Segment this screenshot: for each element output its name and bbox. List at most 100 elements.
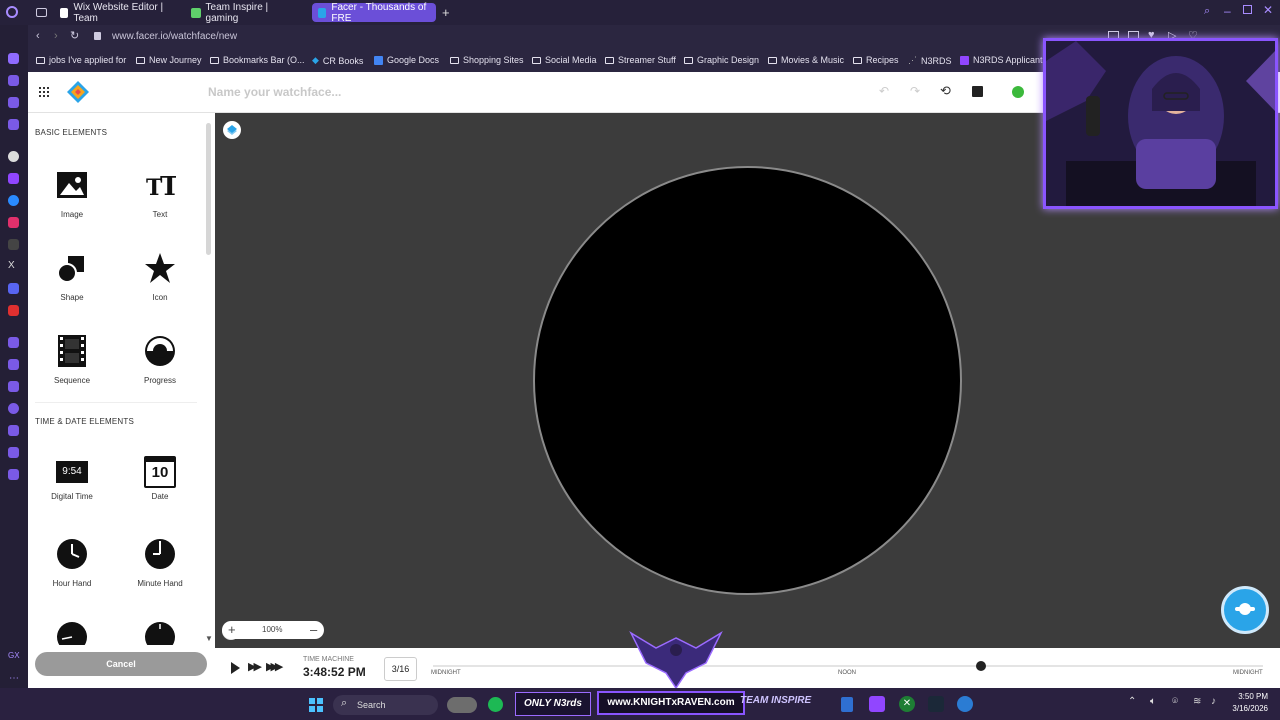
timeline-handle[interactable] — [975, 661, 986, 671]
url-field[interactable]: www.facer.io/watchface/new — [112, 31, 237, 42]
bookmark-item[interactable]: New Journey — [136, 55, 202, 65]
cancel-button[interactable]: Cancel — [35, 652, 207, 676]
taskbar-widget-icon[interactable] — [447, 697, 477, 713]
bookmark-item[interactable]: Recipes — [853, 55, 899, 65]
hour-hand-element-button[interactable]: Hour Hand — [42, 538, 102, 588]
date-field[interactable]: 3/16 — [384, 657, 417, 681]
history-icon[interactable] — [8, 403, 19, 414]
zoom-in-button[interactable]: + — [228, 622, 236, 637]
facer-logo-icon[interactable] — [66, 80, 90, 104]
taskbar-search[interactable]: ⌕ Search — [333, 695, 438, 715]
second-hand-element-button[interactable] — [42, 621, 102, 645]
bookmark-item[interactable]: ◆ CR Books — [312, 55, 363, 66]
fast-forward-icon[interactable]: ▶▶ — [248, 660, 262, 673]
sidebar-app-icon[interactable] — [8, 53, 19, 64]
speaker-icon[interactable]: 🔈︎ — [1150, 696, 1156, 707]
save-icon[interactable] — [972, 86, 983, 97]
sidebar-app-icon[interactable] — [8, 359, 19, 370]
redo-icon[interactable]: ↷ — [910, 84, 920, 98]
browser-logo-icon[interactable] — [6, 6, 18, 18]
tool-label: Date — [151, 492, 169, 501]
windows-start-icon[interactable] — [309, 698, 323, 712]
tab-overview-icon[interactable] — [36, 8, 47, 17]
text-element-button[interactable]: TT Text — [130, 169, 190, 219]
maximize-icon[interactable] — [1243, 5, 1252, 14]
reload-icon[interactable]: ↻ — [70, 29, 79, 42]
twitch-app-icon[interactable] — [869, 696, 885, 712]
bookmark-item[interactable]: Bookmarks Bar (O... — [210, 55, 305, 65]
sidebar-app-icon[interactable] — [8, 75, 19, 86]
shape-element-button[interactable]: Shape — [42, 252, 102, 302]
help-chat-button[interactable] — [1221, 586, 1269, 634]
search-tabs-icon[interactable]: ⌕ — [1204, 5, 1210, 18]
bookmark-item[interactable]: jobs I've applied for — [36, 55, 126, 65]
panel-scrollbar[interactable] — [206, 123, 211, 255]
tab-team-inspire[interactable]: Team Inspire | gaming — [185, 2, 305, 24]
x-twitter-icon[interactable]: X — [8, 260, 15, 271]
date-element-button[interactable]: 10 Date — [130, 456, 190, 501]
icon-element-button[interactable]: Icon — [130, 252, 190, 302]
tab-facer[interactable]: Facer - Thousands of FRE — [312, 2, 436, 24]
bookmark-item[interactable]: Google Docs — [374, 55, 439, 65]
minute-hand-element-button[interactable]: Minute Hand — [130, 538, 190, 588]
tray-chevron-icon[interactable]: ⌃ — [1128, 696, 1136, 707]
sidebar-app-icon[interactable] — [8, 469, 19, 480]
clock-date[interactable]: 3/16/2026 — [1218, 704, 1268, 713]
undo-icon[interactable]: ↶ — [879, 84, 889, 98]
new-tab-icon[interactable]: + — [442, 5, 450, 20]
more-icon[interactable]: ⋯ — [9, 673, 19, 684]
downloads-icon[interactable] — [8, 425, 19, 436]
image-element-button[interactable]: Image — [42, 169, 102, 219]
discord-icon[interactable] — [8, 283, 19, 294]
bookmark-item[interactable]: Streamer Stuff — [605, 55, 676, 65]
tab-wix[interactable]: Wix Website Editor | Team — [54, 2, 178, 24]
forward-icon[interactable]: › — [54, 30, 58, 42]
notepad-icon[interactable] — [841, 697, 853, 712]
tiktok-icon[interactable] — [8, 239, 19, 250]
messenger-icon[interactable] — [8, 195, 19, 206]
timeline-track[interactable] — [433, 665, 1263, 667]
sequence-element-button[interactable]: Sequence — [42, 335, 102, 385]
youtube-icon[interactable] — [8, 305, 19, 316]
bookmark-item[interactable]: Graphic Design — [684, 55, 759, 65]
digital-time-element-button[interactable]: 9:54 Digital Time — [42, 456, 102, 501]
sidebar-app-icon[interactable] — [8, 119, 19, 130]
back-icon[interactable]: ‹ — [36, 30, 40, 42]
spotify-icon[interactable] — [488, 697, 503, 712]
layers-button[interactable] — [223, 121, 241, 139]
bookmark-item[interactable]: Movies & Music — [768, 55, 844, 65]
close-window-icon[interactable]: ✕ — [1263, 3, 1273, 17]
bookmark-item[interactable]: Shopping Sites — [450, 55, 524, 65]
gx-icon[interactable]: GX — [8, 651, 20, 660]
wifi-icon[interactable]: ≋ — [1193, 696, 1201, 707]
bookmark-item[interactable]: N3RDS Applicanti — [960, 55, 1045, 65]
volume-icon[interactable]: ♪ — [1211, 696, 1216, 707]
scroll-down-icon[interactable]: ▼ — [205, 634, 213, 643]
xbox-icon[interactable]: ✕ — [899, 696, 915, 712]
microphone-icon[interactable]: ⌾ — [1172, 696, 1178, 707]
minimize-icon[interactable]: – — [1224, 4, 1231, 18]
chatgpt-icon[interactable] — [8, 151, 19, 162]
edge-icon[interactable] — [957, 696, 973, 712]
sidebar-app-icon[interactable] — [8, 97, 19, 108]
sidebar-app-icon[interactable] — [8, 381, 19, 392]
watchface-preview[interactable] — [533, 166, 962, 595]
instagram-icon[interactable] — [8, 217, 19, 228]
dial-element-button[interactable] — [130, 621, 190, 645]
twitch-icon[interactable] — [8, 173, 19, 184]
lock-icon[interactable] — [94, 32, 101, 40]
bookmark-item[interactable]: ⋰ N3RDS — [908, 55, 952, 66]
bookmark-item[interactable]: Social Media — [532, 55, 597, 65]
bookmark-label: CR Books — [322, 55, 364, 66]
steam-icon[interactable] — [928, 696, 944, 712]
watchface-name-input[interactable]: Name your watchface... — [208, 85, 341, 99]
zoom-out-button[interactable]: – — [310, 622, 317, 637]
sidebar-app-icon[interactable] — [8, 337, 19, 348]
clock-time[interactable]: 3:50 PM — [1228, 692, 1268, 701]
progress-element-button[interactable]: Progress — [130, 335, 190, 385]
faster-forward-icon[interactable]: ▶▶▶ — [266, 660, 284, 673]
history-icon[interactable]: ⟲ — [940, 83, 951, 99]
sidebar-app-icon[interactable] — [8, 447, 19, 458]
play-icon[interactable] — [231, 662, 240, 674]
apps-grid-icon[interactable] — [39, 87, 49, 97]
